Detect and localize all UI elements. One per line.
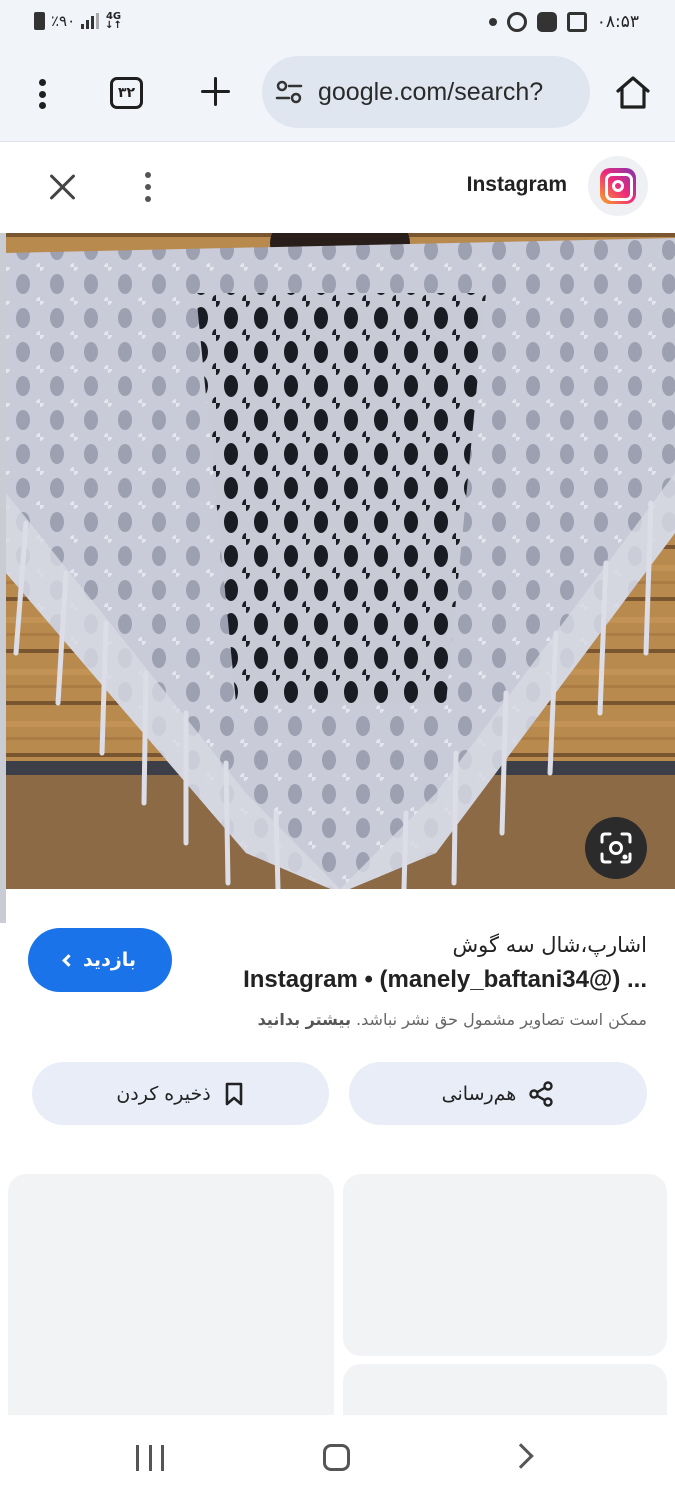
chevron-left-icon	[62, 953, 75, 967]
share-label: هم‌رسانی	[441, 1082, 517, 1105]
learn-more-link[interactable]: بیشتر بدانید	[258, 1010, 351, 1029]
site-settings-icon[interactable]	[274, 77, 304, 107]
instagram-logo-icon[interactable]	[588, 156, 648, 216]
copyright-note: ممکن است تصاویر مشمول حق نشر نباشد. بیشت…	[258, 1010, 647, 1029]
status-bar: ٪۹۰ 4G ↓↑ ۰۸:۵۳	[0, 0, 675, 50]
google-lens-button[interactable]	[585, 817, 647, 879]
result-source[interactable]: Instagram • (manely_baftani34@) ...	[243, 966, 647, 994]
visit-button[interactable]: بازدید	[28, 928, 172, 992]
address-bar[interactable]: google.com/search?	[262, 56, 590, 128]
save-label: ذخیره کردن	[116, 1082, 211, 1105]
browser-menu-icon[interactable]	[26, 76, 58, 112]
status-left: ٪۹۰ 4G ↓↑	[34, 11, 122, 31]
bookmark-icon	[225, 1082, 242, 1105]
system-nav-bar	[0, 1415, 675, 1500]
close-icon[interactable]	[46, 170, 80, 204]
browser-toolbar: ۳۲ google.com/search?	[0, 50, 675, 142]
notification-dot-icon	[488, 18, 497, 26]
visit-label: بازدید	[82, 949, 137, 971]
share-icon	[529, 1080, 554, 1107]
tab-switcher-button[interactable]: ۳۲	[110, 77, 143, 109]
status-right: ۰۸:۵۳	[488, 12, 639, 32]
url-text[interactable]: google.com/search?	[318, 78, 543, 107]
new-tab-plus-icon[interactable]	[196, 72, 236, 112]
copyright-text: ممکن است تصاویر مشمول حق نشر نباشد.	[356, 1010, 647, 1029]
save-button[interactable]: ذخیره کردن	[32, 1062, 329, 1125]
shawl-photo	[6, 233, 675, 889]
image-viewer-header: Instagram	[0, 143, 675, 233]
signal-icon	[81, 13, 100, 29]
share-button[interactable]: هم‌رسانی	[349, 1062, 647, 1125]
result-title[interactable]: اشارپ،شال سه گوش	[453, 933, 647, 957]
related-result-card[interactable]	[343, 1174, 667, 1356]
puzzle-icon	[536, 12, 557, 32]
result-image[interactable]	[6, 233, 675, 889]
clock: ۰۸:۵۳	[596, 12, 639, 32]
edge-app-icon	[506, 12, 527, 32]
home-icon[interactable]	[612, 72, 654, 114]
gallery-icon	[566, 12, 587, 32]
battery-icon	[34, 12, 45, 30]
home-nav-icon[interactable]	[323, 1444, 350, 1471]
lens-icon	[600, 832, 632, 864]
network-type: 4G ↓↑	[105, 11, 122, 31]
more-options-icon[interactable]	[141, 169, 155, 205]
source-name[interactable]: Instagram	[467, 173, 567, 197]
battery-level: ٪۹۰	[51, 12, 76, 30]
recents-icon[interactable]	[136, 1445, 164, 1471]
back-icon[interactable]	[508, 1443, 534, 1469]
